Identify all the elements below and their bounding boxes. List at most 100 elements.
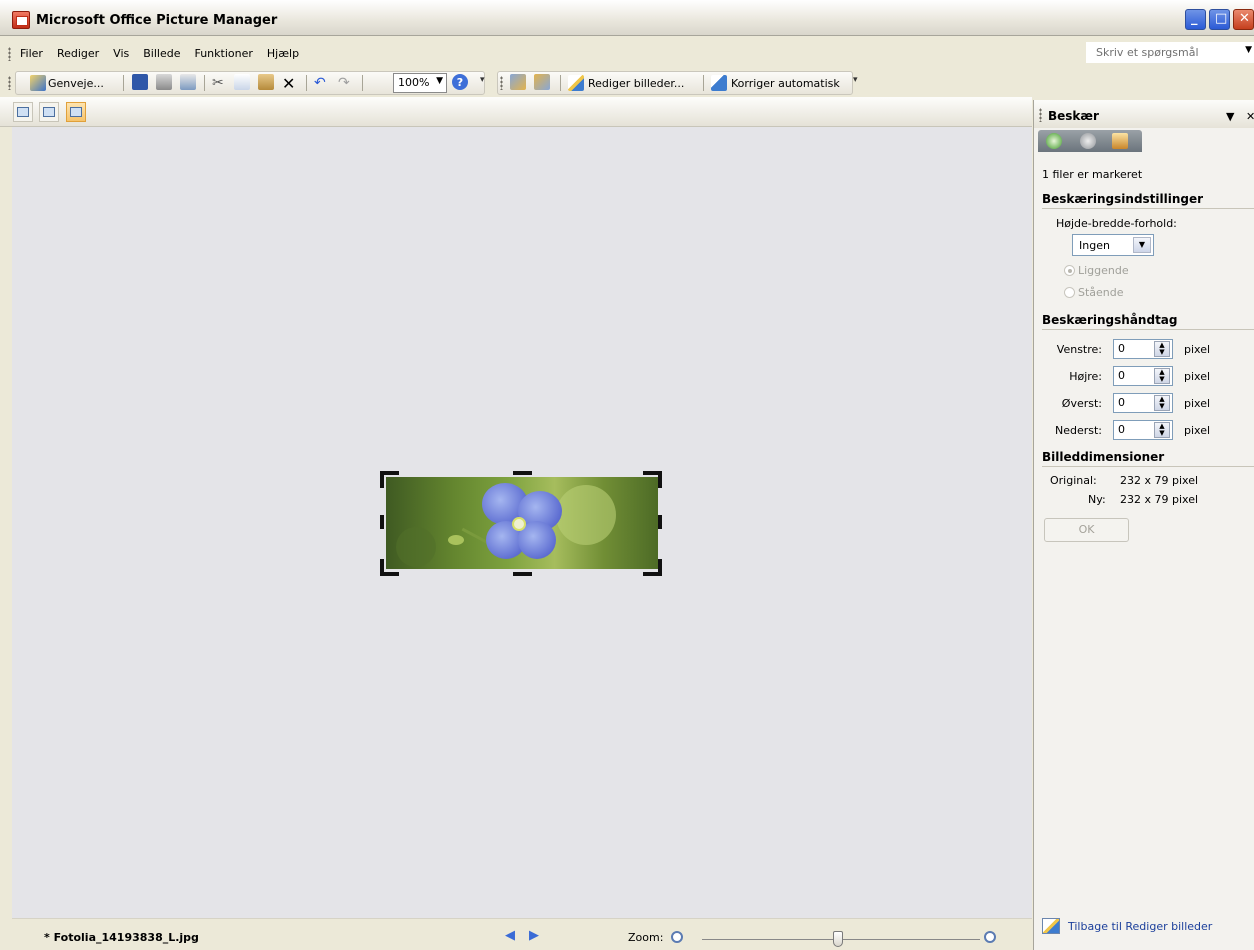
radio-dot-icon — [1064, 287, 1075, 298]
stepper-icon[interactable]: ▲ ▼ — [1154, 395, 1170, 411]
edit-pictures-label: Rediger billeder... — [588, 76, 685, 90]
crop-left-input[interactable]: 0 ▲ ▼ — [1113, 339, 1173, 359]
crop-bottom-input[interactable]: 0 ▲ ▼ — [1113, 420, 1173, 440]
crop-handle-bottom[interactable] — [513, 572, 532, 576]
redo-icon[interactable]: ↷ — [338, 74, 350, 92]
toolbar-grip[interactable] — [500, 76, 503, 90]
crop-right-label: Højre: — [1069, 370, 1102, 383]
shortcuts-label: Genveje... — [48, 76, 104, 90]
menu-grip[interactable] — [8, 47, 11, 61]
save-icon[interactable] — [132, 74, 148, 90]
crop-right-value: 0 — [1118, 369, 1125, 382]
crop-handle-top[interactable] — [513, 471, 532, 475]
shortcuts-button[interactable]: Genveje... — [30, 74, 104, 92]
zoom-in-icon[interactable] — [984, 931, 996, 943]
maximize-button[interactable]: □ — [1209, 9, 1230, 30]
rotate-right-icon[interactable] — [534, 74, 550, 90]
crop-left-row: Venstre: 0 ▲ ▼ pixel — [1034, 339, 1254, 361]
cut-icon[interactable]: ✂ — [212, 74, 224, 92]
menu-billede[interactable]: Billede — [143, 47, 180, 60]
paste-icon[interactable] — [258, 74, 274, 90]
menu-hjaelp[interactable]: Hjælp — [267, 47, 299, 60]
toolbar-grip[interactable] — [8, 76, 11, 90]
minimize-button[interactable]: _ — [1185, 9, 1206, 30]
dimensions-heading: Billeddimensioner — [1042, 450, 1254, 467]
stepper-icon[interactable]: ▲ ▼ — [1154, 422, 1170, 438]
edit-pictures-button[interactable]: Rediger billeder... — [568, 74, 684, 92]
crop-left-unit: pixel — [1184, 343, 1211, 356]
menu-bar: Filer Rediger Vis Billede Funktioner Hjæ… — [0, 37, 1254, 69]
filmstrip-view-button[interactable] — [39, 102, 59, 122]
crop-top-input[interactable]: 0 ▲ ▼ — [1113, 393, 1173, 413]
toolbar-options-icon[interactable]: ▾ — [480, 75, 490, 92]
menu-filer[interactable]: Filer — [20, 47, 43, 60]
ask-dropdown-icon[interactable]: ▼ — [1245, 45, 1252, 55]
auto-correct-icon — [711, 75, 727, 91]
aspect-ratio-label: Højde-bredde-forhold: — [1056, 217, 1177, 230]
crop-handle-bottom-right[interactable] — [658, 559, 662, 576]
home-icon[interactable] — [1112, 133, 1128, 149]
task-pane-grip[interactable] — [1039, 108, 1042, 122]
crop-handle-top-left[interactable] — [380, 471, 384, 488]
crop-handle-left[interactable] — [380, 515, 384, 529]
close-window-button[interactable]: ✕ — [1233, 9, 1254, 30]
crop-handle-top-right[interactable] — [658, 471, 662, 488]
portrait-radio[interactable]: Stående — [1064, 286, 1124, 299]
copy-icon[interactable] — [234, 74, 250, 90]
menu-funktioner[interactable]: Funktioner — [194, 47, 252, 60]
zoom-value: 100% — [398, 76, 430, 89]
print-icon[interactable] — [156, 74, 172, 90]
stepper-icon[interactable]: ▲ ▼ — [1154, 341, 1170, 357]
crop-handle-right[interactable] — [658, 515, 662, 529]
email-icon[interactable] — [180, 74, 196, 90]
crop-bottom-value: 0 — [1118, 423, 1125, 436]
toolbar-separator — [703, 75, 704, 91]
crop-top-value: 0 — [1118, 396, 1125, 409]
task-pane-menu-icon[interactable]: ▼ — [1226, 110, 1234, 123]
crop-top-unit: pixel — [1184, 397, 1211, 410]
back-to-edit-pictures-link[interactable]: Tilbage til Rediger billeder — [1042, 918, 1212, 934]
landscape-radio[interactable]: Liggende — [1064, 264, 1129, 277]
aspect-ratio-value: Ingen — [1079, 239, 1110, 252]
single-picture-view-icon — [70, 107, 82, 117]
help-icon[interactable]: ? — [452, 74, 468, 90]
window-title: Microsoft Office Picture Manager — [36, 13, 278, 28]
crop-top-row: Øverst: 0 ▲ ▼ pixel — [1034, 393, 1254, 415]
aspect-ratio-select[interactable]: Ingen ▼ — [1072, 234, 1154, 256]
toolbar-separator — [204, 75, 205, 91]
zoom-out-icon[interactable] — [671, 931, 683, 943]
stepper-icon[interactable]: ▲ ▼ — [1154, 368, 1170, 384]
undo-icon[interactable]: ↶ — [314, 74, 326, 92]
next-picture-icon[interactable]: ▶ — [529, 928, 539, 943]
forward-icon[interactable] — [1080, 133, 1096, 149]
delete-icon[interactable]: ✕ — [282, 74, 295, 93]
photo-preview — [386, 477, 658, 569]
original-dimensions-label: Original: — [1050, 474, 1097, 487]
standard-toolbar: Genveje... ✂ ✕ ↶ ↷ 100% ▼ ? ▾ Rediger bi… — [0, 69, 1254, 97]
zoom-slider-thumb[interactable] — [833, 931, 843, 947]
auto-correct-button[interactable]: Korriger automatisk — [711, 74, 840, 92]
previous-picture-icon[interactable]: ◀ — [505, 928, 515, 943]
zoom-dropdown[interactable]: 100% ▼ — [393, 73, 447, 93]
menu-vis[interactable]: Vis — [113, 47, 129, 60]
minimize-icon: _ — [1191, 11, 1198, 26]
back-icon[interactable] — [1046, 133, 1062, 149]
task-pane-close-icon[interactable]: ✕ — [1246, 110, 1254, 123]
ask-question-box[interactable]: Skriv et spørgsmål ▼ — [1086, 42, 1254, 63]
toolbar-separator — [362, 75, 363, 91]
toolbar-options-icon[interactable]: ▾ — [853, 75, 863, 92]
edit-pictures-icon — [568, 75, 584, 91]
crop-handle-bottom-left[interactable] — [380, 559, 384, 576]
crop-top-label: Øverst: — [1061, 397, 1102, 410]
toolbar-separator — [560, 75, 561, 91]
crop-right-input[interactable]: 0 ▲ ▼ — [1113, 366, 1173, 386]
crop-handles-heading: Beskæringshåndtag — [1042, 313, 1254, 330]
toolbar-separator — [306, 75, 307, 91]
ok-button[interactable]: OK — [1044, 518, 1129, 542]
landscape-label: Liggende — [1078, 264, 1129, 277]
single-picture-view-button[interactable] — [66, 102, 86, 122]
rotate-left-icon[interactable] — [510, 74, 526, 90]
selection-info: 1 filer er markeret — [1042, 168, 1143, 181]
thumbnail-view-button[interactable] — [13, 102, 33, 122]
menu-rediger[interactable]: Rediger — [57, 47, 99, 60]
